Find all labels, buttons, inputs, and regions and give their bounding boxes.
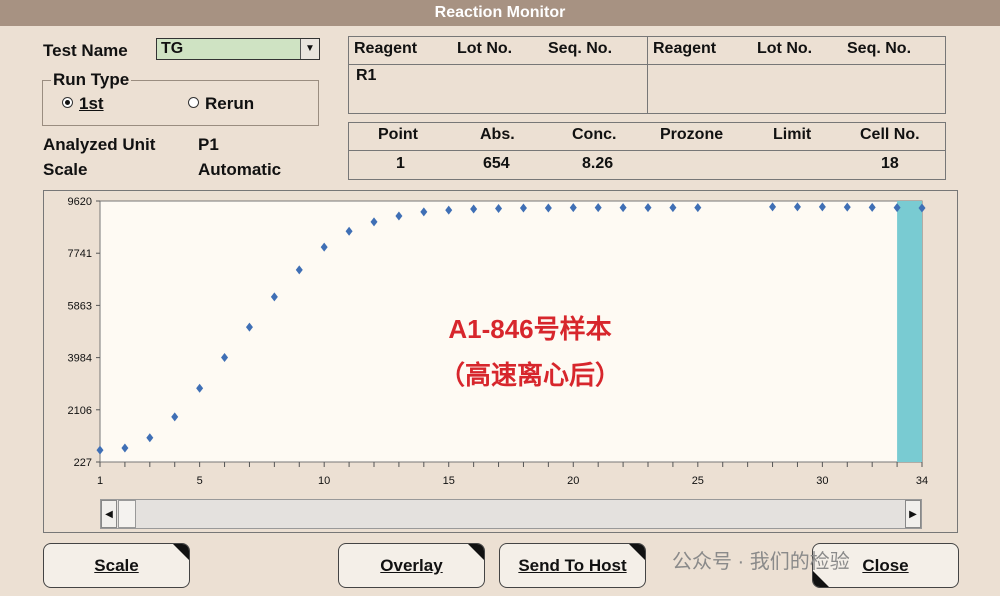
send-to-host-button[interactable]: Send To Host [499,543,646,588]
x-tick-label: 34 [916,475,928,487]
scrollbar-thumb[interactable] [118,500,136,528]
corner-marker-icon [173,544,189,560]
y-tick-label: 2106 [68,405,92,417]
y-tick-label: 9620 [68,196,92,208]
corner-marker-icon [629,544,645,560]
scroll-right-icon[interactable]: ▶ [905,500,921,528]
chart-annotation: A1-846号样本 [448,314,611,344]
y-tick-label: 227 [74,457,92,469]
x-tick-label: 30 [816,475,828,487]
x-tick-label: 1 [97,475,103,487]
x-tick-label: 20 [567,475,579,487]
watermark: 公众号 · 我们的检验 [672,551,850,573]
scale-button[interactable]: Scale [43,543,190,588]
x-tick-label: 25 [692,475,704,487]
y-tick-label: 5863 [68,300,92,312]
y-tick-label: 3984 [68,353,92,365]
highlight-band [897,201,922,462]
chart-scrollbar[interactable]: ◀ ▶ [100,499,922,529]
x-tick-label: 15 [443,475,455,487]
x-tick-label: 10 [318,475,330,487]
overlay-button[interactable]: Overlay [338,543,485,588]
y-tick-label: 7741 [68,248,92,260]
scroll-left-icon[interactable]: ◀ [101,500,117,528]
x-tick-label: 5 [197,475,203,487]
chart-annotation: （高速离心后） [439,360,621,390]
corner-marker-icon [468,544,484,560]
